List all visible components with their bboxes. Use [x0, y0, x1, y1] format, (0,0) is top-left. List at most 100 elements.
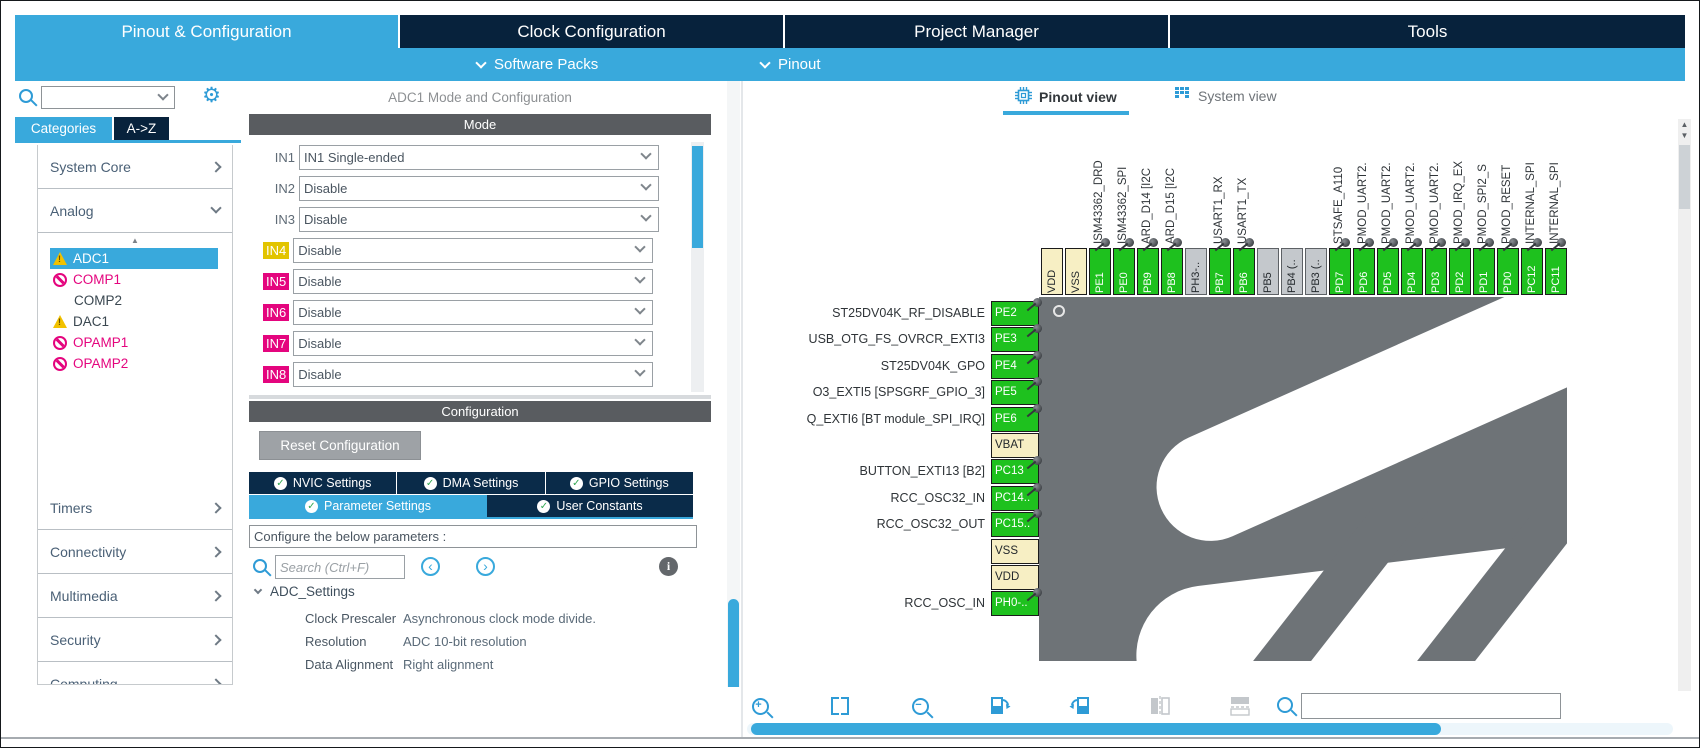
- pin-pd2[interactable]: PD2: [1449, 248, 1471, 295]
- sidebar-search-input[interactable]: [44, 89, 152, 106]
- pin-pc15[interactable]: PC15..: [991, 512, 1039, 537]
- pin-pd1[interactable]: PD1: [1473, 248, 1495, 295]
- sidebar-item-opamp2[interactable]: OPAMP2: [50, 353, 218, 374]
- in2-select[interactable]: Disable: [299, 176, 659, 201]
- pin-pe6[interactable]: PE6: [991, 407, 1039, 432]
- pin-vdd[interactable]: VDD: [1041, 248, 1063, 295]
- in5-select[interactable]: Disable: [293, 269, 653, 294]
- in7-select[interactable]: Disable: [293, 331, 653, 356]
- pin-pc13[interactable]: PC13: [991, 459, 1039, 484]
- sidebar-item-opamp1[interactable]: OPAMP1: [50, 332, 218, 353]
- tab-clock-configuration[interactable]: Clock Configuration: [400, 15, 785, 48]
- sidebar-section-security[interactable]: Security: [38, 618, 232, 662]
- in3-select[interactable]: Disable: [299, 207, 659, 232]
- pin-pb3[interactable]: PB3 (..: [1305, 248, 1327, 295]
- previous-match-button[interactable]: ‹: [421, 557, 440, 576]
- tab-gpio-settings[interactable]: ✓GPIO Settings: [546, 472, 693, 494]
- tab-pinout-view[interactable]: Pinout view: [1015, 87, 1117, 107]
- scroll-up-icon[interactable]: ▲: [38, 233, 232, 248]
- pin-pc12[interactable]: PC12: [1521, 248, 1543, 295]
- in1-select[interactable]: IN1 Single-ended: [299, 145, 659, 170]
- pin-pd3[interactable]: PD3: [1425, 248, 1447, 295]
- sidebar-section-system-core[interactable]: System Core: [38, 145, 232, 189]
- sidebar-section-timers[interactable]: Timers: [38, 486, 232, 530]
- pin-pe0[interactable]: PE0: [1113, 248, 1135, 295]
- parameter-group-adc-settings[interactable]: ADC_Settings: [255, 584, 355, 599]
- fit-to-screen-icon[interactable]: [827, 693, 853, 719]
- pin-pe1[interactable]: PE1: [1089, 248, 1111, 295]
- vertical-scrollbar[interactable]: ▲ ▼: [1678, 119, 1691, 691]
- in8-select[interactable]: Disable: [293, 362, 653, 387]
- pin-pc11[interactable]: PC11: [1545, 248, 1567, 295]
- pinout-search-input[interactable]: [1301, 693, 1561, 719]
- horizontal-scrollbar[interactable]: [747, 723, 1673, 735]
- tab-project-manager[interactable]: Project Manager: [785, 15, 1170, 48]
- pin-pc14[interactable]: PC14..: [991, 486, 1039, 511]
- info-icon[interactable]: i: [659, 557, 678, 576]
- scrollbar-thumb[interactable]: [692, 146, 703, 248]
- tab-a-to-z[interactable]: A->Z: [114, 117, 169, 140]
- tab-system-view[interactable]: System view: [1175, 87, 1277, 104]
- zoom-out-icon[interactable]: −: [907, 693, 933, 719]
- sidebar-item-comp1[interactable]: COMP1: [50, 269, 218, 290]
- sidebar-section-connectivity[interactable]: Connectivity: [38, 530, 232, 574]
- tab-parameter-settings[interactable]: ✓Parameter Settings: [249, 495, 487, 517]
- pin-pb5[interactable]: PB5: [1257, 248, 1279, 295]
- sidebar-section-computing[interactable]: Computing: [38, 662, 232, 685]
- pin-vdd[interactable]: VDD: [991, 565, 1039, 590]
- zoom-in-icon[interactable]: +: [747, 693, 773, 719]
- in6-select[interactable]: Disable: [293, 300, 653, 325]
- pin-vbat[interactable]: VBAT: [991, 433, 1039, 458]
- panel-scrollbar[interactable]: [727, 81, 740, 687]
- pinout-menu[interactable]: Pinout: [761, 48, 821, 81]
- pin-pe2[interactable]: PE2: [991, 301, 1039, 326]
- pin-pd6[interactable]: PD6: [1353, 248, 1375, 295]
- tab-nvic-settings[interactable]: ✓NVIC Settings: [249, 472, 397, 494]
- pin-pe3[interactable]: PE3: [991, 327, 1039, 352]
- pin-pb9[interactable]: PB9: [1137, 248, 1159, 295]
- scrollbar-thumb[interactable]: [728, 599, 739, 687]
- pin-ph3[interactable]: PH3-..: [1185, 248, 1207, 295]
- tab-dma-settings[interactable]: ✓DMA Settings: [397, 472, 545, 494]
- parameter-row-data-alignment[interactable]: Data AlignmentRight alignment: [249, 653, 711, 676]
- pin-vss[interactable]: VSS: [1065, 248, 1087, 295]
- sidebar-item-adc1[interactable]: ADC1: [50, 248, 218, 269]
- rotate-clockwise-icon[interactable]: [987, 693, 1013, 719]
- reset-configuration-button[interactable]: Reset Configuration: [259, 431, 421, 460]
- sidebar-section-analog[interactable]: Analog: [38, 189, 232, 233]
- tab-categories[interactable]: Categories: [15, 117, 112, 140]
- pin-pd7[interactable]: PD7: [1329, 248, 1351, 295]
- pin-pe5[interactable]: PE5: [991, 380, 1039, 405]
- pin-pb8[interactable]: PB8: [1161, 248, 1183, 295]
- tab-tools[interactable]: Tools: [1170, 15, 1685, 48]
- scroll-down-icon[interactable]: ▼: [1678, 130, 1691, 141]
- pin-pd4[interactable]: PD4: [1401, 248, 1423, 295]
- pin-pb6[interactable]: PB6: [1233, 248, 1255, 295]
- sidebar-item-comp2[interactable]: COMP2: [50, 290, 218, 311]
- mode-scrollbar[interactable]: [691, 142, 704, 392]
- in4-select[interactable]: Disable: [293, 238, 653, 263]
- rotate-counterclockwise-icon[interactable]: [1067, 693, 1093, 719]
- mcu-chip-body[interactable]: [1039, 297, 1567, 661]
- tab-user-constants[interactable]: ✓User Constants: [487, 495, 693, 517]
- parameter-search-input[interactable]: [275, 555, 405, 579]
- pin-ph0[interactable]: PH0-..: [991, 591, 1039, 616]
- sidebar-item-dac1[interactable]: DAC1: [50, 311, 218, 332]
- parameter-row-clock-prescaler[interactable]: Clock PrescalerAsynchronous clock mode d…: [249, 607, 711, 630]
- scrollbar-thumb[interactable]: [1679, 145, 1690, 209]
- pin-pb7[interactable]: PB7: [1209, 248, 1231, 295]
- pin-pe4[interactable]: PE4: [991, 354, 1039, 379]
- pin-pb4[interactable]: PB4 (..: [1281, 248, 1303, 295]
- pin-pd5[interactable]: PD5: [1377, 248, 1399, 295]
- next-match-button[interactable]: ›: [476, 557, 495, 576]
- scrollbar-thumb[interactable]: [751, 723, 1441, 735]
- software-packs-menu[interactable]: Software Packs: [477, 48, 598, 81]
- gear-icon[interactable]: ⚙: [202, 83, 221, 109]
- parameter-row-resolution[interactable]: ResolutionADC 10-bit resolution: [249, 630, 711, 653]
- tab-pinout-configuration[interactable]: Pinout & Configuration: [15, 15, 400, 48]
- pin-vss[interactable]: VSS: [991, 539, 1039, 564]
- scroll-up-icon[interactable]: ▲: [1678, 119, 1691, 130]
- pin-pd0[interactable]: PD0: [1497, 248, 1519, 295]
- sidebar-section-multimedia[interactable]: Multimedia: [38, 574, 232, 618]
- sidebar-search-combo[interactable]: [41, 86, 175, 109]
